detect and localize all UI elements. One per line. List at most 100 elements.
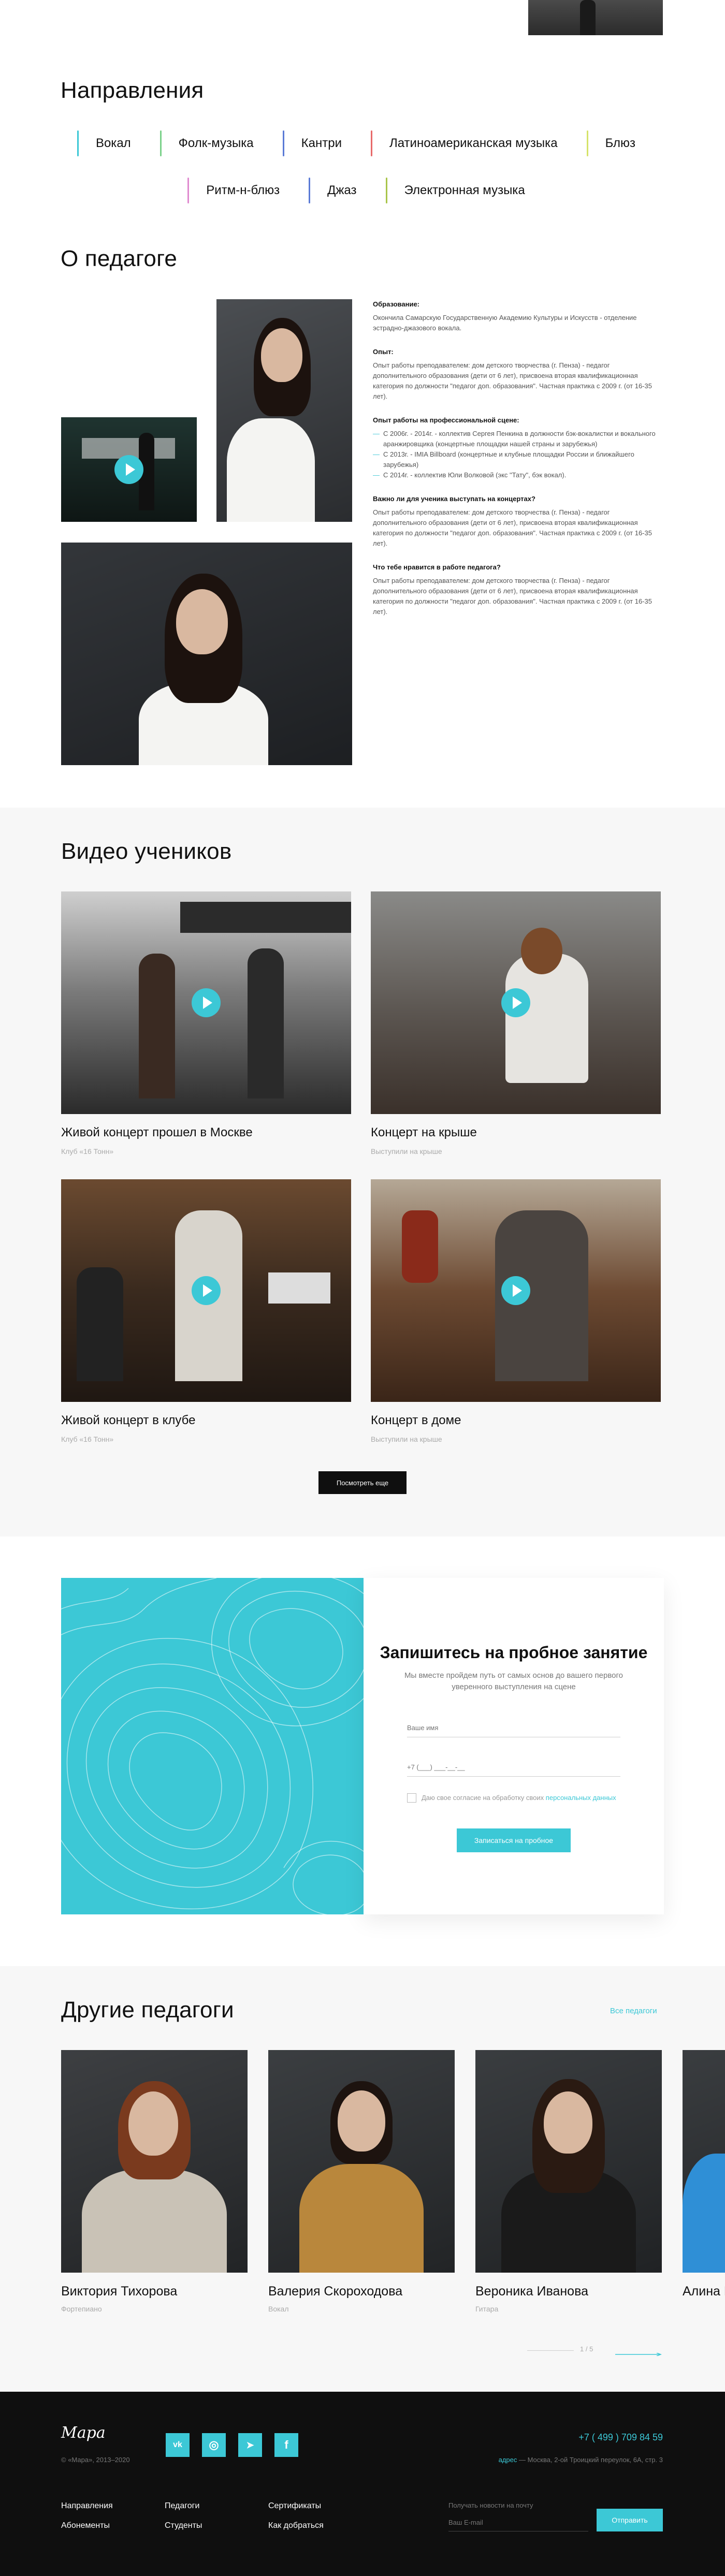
play-icon[interactable] — [192, 1276, 221, 1305]
footer-logo[interactable]: Мара — [61, 2424, 106, 2442]
direction-chip[interactable]: Джаз — [309, 178, 369, 203]
footer: Мара © «Мара», 2013–2020 vk ◎ ➤ f +7 ( 4… — [0, 2392, 725, 2576]
all-teachers-link[interactable]: Все педагоги — [610, 2007, 657, 2015]
video-subtitle: Выступили на крыше — [371, 1147, 442, 1155]
teacher-photo-wide — [61, 543, 352, 765]
list-item: С 2006г. - 2014г. - коллектив Сергея Пен… — [373, 429, 663, 449]
direction-chip[interactable]: Латиноамериканская музыка — [370, 130, 570, 156]
teachers-pager: 1 / 5 — [580, 2345, 593, 2353]
play-icon[interactable] — [192, 988, 221, 1017]
trial-decor-panel — [61, 1578, 364, 1914]
prev-arrow-icon[interactable] — [527, 2350, 574, 2351]
direction-chip[interactable]: Блюз — [586, 130, 648, 156]
top-photo — [528, 0, 663, 35]
play-icon[interactable] — [501, 1276, 530, 1305]
stage-list: С 2006г. - 2014г. - коллектив Сергея Пен… — [373, 429, 663, 480]
video-card[interactable]: Живой концерт прошел в Москве Клуб «16 Т… — [61, 891, 351, 1161]
phone-input[interactable] — [407, 1758, 620, 1777]
video-title: Концерт в доме — [371, 1413, 461, 1427]
teacher-photo[interactable] — [61, 2050, 248, 2273]
email-input[interactable] — [448, 2514, 588, 2531]
contour-lines-decor — [61, 1578, 364, 1914]
copyright: © «Мара», 2013–2020 — [61, 2456, 130, 2464]
footer-link[interactable]: Педагоги — [165, 2501, 199, 2511]
telegram-icon[interactable]: ➤ — [238, 2433, 262, 2457]
teacher-role: Вокал — [268, 2305, 289, 2313]
video-card[interactable]: Живой концерт в клубе Клуб «16 Тонн» — [61, 1179, 351, 1448]
subscribe-button[interactable]: Отправить — [597, 2509, 663, 2531]
footer-link[interactable]: Абонементы — [61, 2521, 110, 2530]
question-1-text: Опыт работы преподавателем: дом детского… — [373, 508, 652, 547]
footer-phone[interactable]: +7 ( 499 ) 709 84 59 — [559, 2432, 663, 2443]
video-card[interactable]: Концерт в доме Выступили на крыше — [371, 1179, 661, 1448]
instagram-icon[interactable]: ◎ — [202, 2433, 226, 2457]
video-title: Концерт на крыше — [371, 1125, 477, 1139]
newsletter-label: Получать новости на почту — [448, 2501, 533, 2509]
teacher-card[interactable]: Алина Б — [683, 2050, 725, 2324]
consent-text: Даю свое согласие на обработку своих пер… — [422, 1794, 616, 1802]
directions-row-2: Ритм-н-блюз Джаз Электронная музыка — [0, 178, 725, 203]
footer-link[interactable]: Как добраться — [268, 2521, 324, 2530]
play-icon[interactable] — [114, 455, 143, 484]
directions-row-1: Вокал Фолк-музыка Кантри Латиноамериканс… — [0, 130, 725, 156]
video-thumbnail[interactable] — [61, 891, 351, 1114]
education-text: Окончила Самарскую Государственную Акаде… — [373, 314, 637, 332]
teacher-role: Гитара — [475, 2305, 499, 2313]
trial-title: Запишитесь на пробное занятие — [380, 1643, 648, 1662]
teacher-role: Фортепиано — [61, 2305, 102, 2313]
chip-accent — [586, 130, 588, 156]
education-label: Образование: — [373, 300, 420, 308]
video-title: Живой концерт прошел в Москве — [61, 1125, 253, 1139]
chip-accent — [77, 130, 79, 156]
question-2-text: Опыт работы преподавателем: дом детского… — [373, 577, 652, 616]
teacher-video-thumb[interactable] — [61, 417, 197, 522]
direction-chip[interactable]: Ритм-н-блюз — [187, 178, 292, 203]
vk-icon[interactable]: vk — [166, 2433, 190, 2457]
facebook-icon[interactable]: f — [274, 2433, 298, 2457]
teacher-card[interactable]: Вероника Иванова Гитара — [475, 2050, 662, 2324]
name-input[interactable] — [407, 1719, 620, 1737]
next-arrow-icon[interactable] — [615, 2349, 662, 2360]
teacher-photo[interactable] — [475, 2050, 662, 2273]
teacher-name: Вероника Иванова — [475, 2284, 588, 2299]
chip-accent — [187, 178, 190, 203]
play-icon[interactable] — [501, 988, 530, 1017]
about-title: О педагоге — [61, 246, 178, 271]
list-item: С 2013г. - IMIA Billboard (концертные и … — [373, 449, 663, 470]
experience-label: Опыт: — [373, 348, 394, 356]
teacher-photo[interactable] — [268, 2050, 455, 2273]
address-label: адрес — [498, 2456, 517, 2464]
teacher-name: Валерия Скороходова — [268, 2284, 403, 2299]
chip-accent — [282, 130, 284, 156]
directions-title: Направления — [61, 78, 204, 103]
footer-link[interactable]: Студенты — [165, 2521, 202, 2530]
teacher-bio: Образование: Окончила Самарскую Государс… — [373, 299, 663, 631]
teacher-name: Алина Б — [683, 2284, 725, 2299]
video-card[interactable]: Концерт на крыше Выступили на крыше — [371, 891, 661, 1161]
video-thumbnail[interactable] — [61, 1179, 351, 1402]
video-thumbnail[interactable] — [371, 1179, 661, 1402]
personal-data-link[interactable]: персональных данных — [546, 1794, 616, 1802]
consent-checkbox[interactable] — [407, 1793, 416, 1803]
video-thumbnail[interactable] — [371, 891, 661, 1114]
question-1-label: Важно ли для ученика выступать на концер… — [373, 495, 535, 503]
question-2-label: Что тебе нравится в работе педагога? — [373, 563, 501, 571]
direction-chip[interactable]: Фолк-музыка — [160, 130, 266, 156]
footer-link[interactable]: Направления — [61, 2501, 113, 2511]
footer-link[interactable]: Сертификаты — [268, 2501, 321, 2511]
direction-chip[interactable]: Вокал — [77, 130, 143, 156]
direction-chip[interactable]: Кантри — [282, 130, 354, 156]
trial-submit-button[interactable]: Записаться на пробное — [457, 1828, 571, 1852]
teacher-photo-portrait — [216, 299, 352, 522]
teacher-name: Виктория Тихорова — [61, 2284, 178, 2299]
direction-chip[interactable]: Электронная музыка — [385, 178, 538, 203]
teacher-card[interactable]: Валерия Скороходова Вокал — [268, 2050, 455, 2324]
video-subtitle: Выступили на крыше — [371, 1435, 442, 1443]
teacher-photo[interactable] — [683, 2050, 725, 2273]
teachers-title: Другие педагоги — [61, 1997, 234, 2023]
trial-subtitle: Мы вместе пройдем путь от самых основ до… — [404, 1671, 623, 1691]
show-more-button[interactable]: Посмотреть еще — [318, 1471, 407, 1494]
video-subtitle: Клуб «16 Тонн» — [61, 1147, 114, 1155]
stage-label: Опыт работы на профессиональной сцене: — [373, 416, 519, 424]
teacher-card[interactable]: Виктория Тихорова Фортепиано — [61, 2050, 248, 2324]
